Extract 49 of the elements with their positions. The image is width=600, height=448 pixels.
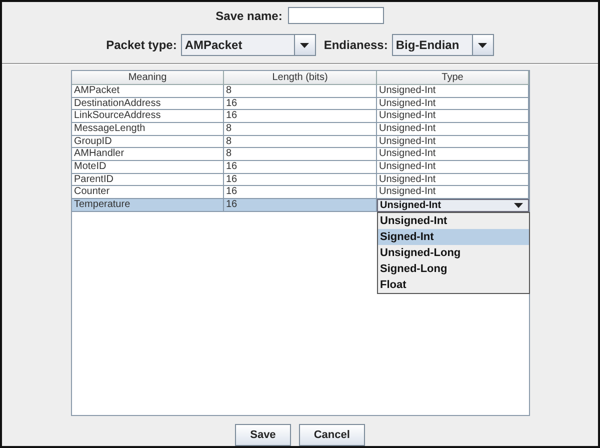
column-header[interactable]: Meaning <box>72 70 224 85</box>
table-cell: DestinationAddress <box>72 98 224 110</box>
dropdown-option[interactable]: Signed-Int <box>378 228 529 245</box>
type-dropdown[interactable]: Unsigned-Int <box>377 199 529 212</box>
table-cell: 8 <box>224 136 377 148</box>
table-cell: GroupID <box>72 136 224 148</box>
table-cell: 8 <box>224 123 377 136</box>
dropdown-arrow-icon <box>478 42 488 48</box>
table-cell: 8 <box>224 84 377 98</box>
dropdown-option[interactable]: Unsigned-Int <box>378 212 529 229</box>
table-cell: 16 <box>224 186 377 200</box>
dropdown-option[interactable]: Float <box>378 276 529 293</box>
dropdown-option[interactable]: Unsigned-Long <box>378 244 529 261</box>
table-cell: Unsigned-Int <box>377 186 529 200</box>
column-header[interactable]: Type <box>377 70 529 85</box>
field-label: Endianess: <box>324 38 388 52</box>
table-cell: Temperature <box>72 199 224 212</box>
column-header[interactable]: Length (bits) <box>224 70 377 85</box>
packet-type-dropdown[interactable]: AMPacket <box>180 34 316 56</box>
table-cell: 16 <box>224 199 377 212</box>
table-cell: Unsigned-Int <box>377 161 529 174</box>
field-label: Packet type: <box>106 38 177 52</box>
dropdown-arrow-icon <box>300 42 310 48</box>
table-cell: AMPacket <box>72 84 224 98</box>
table-cell: ParentID <box>72 174 224 186</box>
table-cell: 16 <box>224 110 377 124</box>
table-cell: AMHandler <box>72 148 224 162</box>
table-cell: Unsigned-Int <box>377 174 529 186</box>
table-cell: LinkSourceAddress <box>72 110 224 124</box>
table-cell: 16 <box>224 161 377 174</box>
table-cell: MoteID <box>72 161 224 174</box>
table-cell: Unsigned-Int <box>377 148 529 162</box>
dropdown-arrow-icon <box>514 203 522 208</box>
table-cell: Unsigned-Int <box>377 98 529 110</box>
table-cell: Unsigned-Int <box>377 110 529 124</box>
table-cell: Unsigned-Int <box>377 136 529 148</box>
endianess-dropdown[interactable]: Big-Endian <box>392 34 494 56</box>
table-cell: Unsigned-Int <box>377 84 529 98</box>
table-cell: 8 <box>224 148 377 162</box>
save-button[interactable]: Save <box>235 424 291 446</box>
dropdown-option[interactable]: Signed-Long <box>378 260 529 277</box>
table-cell: Counter <box>72 186 224 200</box>
save-name-field[interactable] <box>288 7 384 24</box>
field-label: Save name: <box>216 8 282 23</box>
table-cell: 16 <box>224 174 377 186</box>
table-cell: 16 <box>224 98 377 110</box>
table-cell: MessageLength <box>72 123 224 136</box>
table-cell: Unsigned-Int <box>377 123 529 136</box>
cancel-button[interactable]: Cancel <box>298 424 365 446</box>
